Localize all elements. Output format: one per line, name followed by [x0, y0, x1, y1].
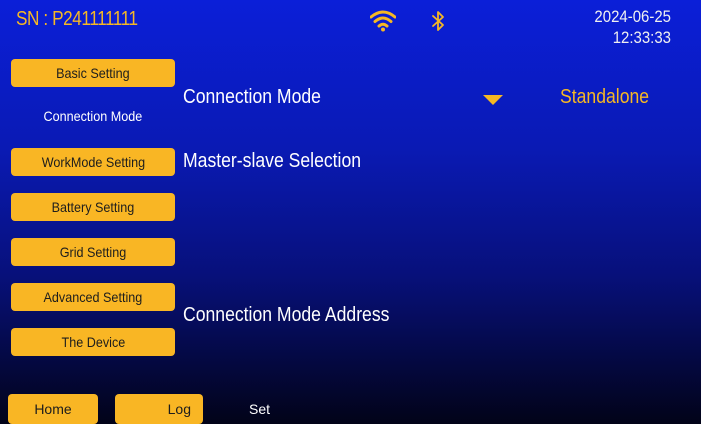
master-slave-selection-label: Master-slave Selection: [183, 150, 362, 172]
sidebar-item-battery-setting[interactable]: Battery Setting: [11, 193, 175, 221]
connection-mode-value[interactable]: Standalone: [560, 86, 649, 109]
connection-mode-label: Connection Mode: [183, 86, 321, 108]
sidebar-item-label: WorkMode Setting: [41, 154, 145, 170]
log-button[interactable]: Log: [115, 394, 203, 424]
sidebar-item-basic-setting[interactable]: Basic Setting: [11, 59, 175, 87]
set-tab[interactable]: Set: [249, 394, 270, 424]
sidebar-item-advanced-setting[interactable]: Advanced Setting: [11, 283, 175, 311]
sidebar-item-grid-setting[interactable]: Grid Setting: [11, 238, 175, 266]
home-button[interactable]: Home: [8, 394, 98, 424]
wifi-icon: [370, 10, 396, 32]
datetime: 2024-06-25 12:33:33: [594, 6, 671, 48]
sidebar-item-label: Grid Setting: [59, 244, 127, 260]
serial-number: SN : P241111111: [16, 8, 138, 30]
connection-mode-address-label: Connection Mode Address: [183, 304, 390, 326]
sidebar-item-connection-mode[interactable]: Connection Mode: [11, 102, 175, 130]
bluetooth-icon: [432, 11, 444, 31]
sidebar-item-label: The Device: [61, 334, 125, 350]
sidebar-item-workmode-setting[interactable]: WorkMode Setting: [11, 148, 175, 176]
date-text: 2024-06-25: [594, 7, 671, 26]
time-text: 12:33:33: [612, 28, 671, 47]
dropdown-arrow-icon[interactable]: [482, 94, 504, 106]
sidebar-item-label: Connection Mode: [43, 108, 143, 124]
sidebar-item-the-device[interactable]: The Device: [11, 328, 175, 356]
sidebar-item-label: Advanced Setting: [43, 289, 143, 305]
sidebar-item-label: Battery Setting: [51, 199, 135, 215]
sidebar-item-label: Basic Setting: [56, 65, 130, 81]
